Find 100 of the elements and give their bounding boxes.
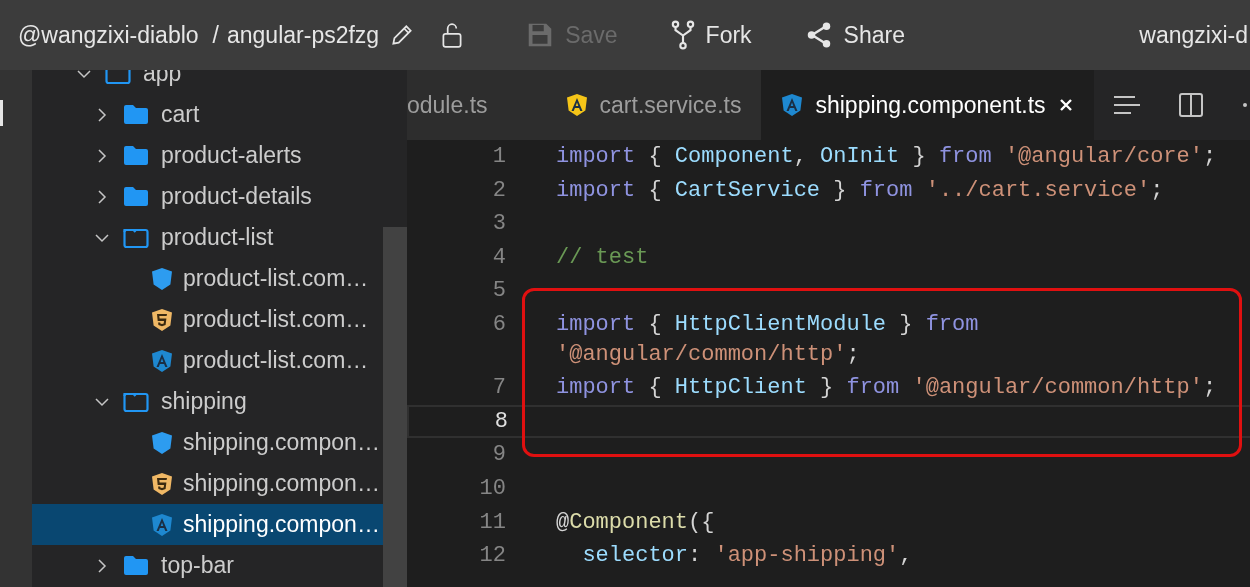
line-number: 2 bbox=[491, 176, 506, 205]
file-name: product-details bbox=[161, 182, 312, 212]
tab-label: shipping.component.ts bbox=[815, 90, 1046, 120]
tree-item[interactable]: cart bbox=[32, 94, 383, 135]
tree-item[interactable]: product-details bbox=[32, 176, 383, 217]
open-folder-icon bbox=[123, 226, 149, 249]
tree-item[interactable]: shipping.compon… bbox=[32, 463, 383, 504]
code-token: ; bbox=[1202, 374, 1217, 403]
owner-link[interactable]: @wangzixi-diablo bbox=[18, 17, 199, 53]
tree-item[interactable]: product-list.com… bbox=[32, 299, 383, 340]
file-name: cart bbox=[161, 100, 200, 130]
file-name: product-list.com… bbox=[183, 264, 369, 294]
file-name: top-bar bbox=[161, 551, 234, 581]
tree-item[interactable]: shipping bbox=[32, 381, 383, 422]
line-number: 5 bbox=[491, 277, 506, 306]
code-token: '@angular/core' bbox=[1003, 143, 1203, 171]
split-editor-icon[interactable] bbox=[1177, 92, 1204, 118]
code-token: ; bbox=[1202, 143, 1217, 171]
share-button[interactable]: Share bbox=[803, 17, 905, 53]
code-token: from bbox=[859, 176, 913, 205]
fork-icon bbox=[669, 20, 696, 50]
css-file-icon bbox=[151, 430, 173, 455]
code-token: import bbox=[556, 143, 636, 171]
scrollbar-thumb[interactable] bbox=[383, 227, 407, 587]
outline-icon[interactable] bbox=[1111, 93, 1140, 117]
tree-item[interactable]: product-list.com… bbox=[32, 340, 383, 381]
folder-icon bbox=[123, 554, 149, 577]
code-token: '../cart.service' bbox=[924, 176, 1151, 205]
code-token: OnInit bbox=[820, 143, 900, 171]
code-token: ({ bbox=[688, 508, 715, 537]
tab-label: odule.ts bbox=[407, 90, 488, 120]
code-token: } bbox=[819, 374, 835, 403]
code-token: { bbox=[647, 176, 663, 205]
angular-file-icon bbox=[151, 348, 173, 373]
file-name: product-list.com… bbox=[183, 346, 369, 376]
line-number: 11 bbox=[478, 508, 506, 537]
editor-tab[interactable]: odule.ts bbox=[407, 70, 546, 140]
tab-label: cart.service.ts bbox=[599, 90, 742, 120]
code-token: from bbox=[925, 310, 979, 339]
close-icon[interactable] bbox=[1057, 97, 1074, 113]
line-number: 3 bbox=[491, 210, 506, 239]
file-name: shipping.compon… bbox=[183, 428, 380, 458]
code-token: , bbox=[793, 143, 808, 171]
project-name[interactable]: angular-ps2fzg bbox=[227, 17, 380, 53]
code-token: Component bbox=[674, 143, 794, 171]
code-token: 'app-shipping' bbox=[714, 542, 900, 571]
line-number: 6 bbox=[491, 310, 506, 339]
css-file-icon bbox=[151, 266, 173, 291]
file-name: product-list.com… bbox=[183, 305, 369, 335]
code-token: { bbox=[647, 143, 663, 171]
tree-item[interactable]: top-bar bbox=[32, 545, 383, 586]
code-token: '@angular/common/http' bbox=[911, 374, 1203, 403]
code-token: { bbox=[647, 374, 663, 403]
tree-item[interactable]: shipping.compon… bbox=[32, 504, 383, 545]
tree-item[interactable]: product-alerts bbox=[32, 135, 383, 176]
tree-item[interactable]: product-list bbox=[32, 217, 383, 258]
folder-icon bbox=[123, 185, 149, 208]
path-separator: / bbox=[212, 20, 219, 50]
code-token: @ bbox=[556, 508, 570, 537]
code-token: import bbox=[556, 176, 636, 205]
code-token: } bbox=[911, 143, 927, 171]
line-number: 8 bbox=[493, 407, 508, 436]
code-token: { bbox=[647, 310, 663, 339]
angular-service-icon bbox=[565, 93, 588, 117]
html-file-icon bbox=[151, 471, 173, 496]
user-name[interactable]: wangzixi-d bbox=[1139, 17, 1250, 53]
tree-item[interactable]: shipping.compon… bbox=[32, 422, 383, 463]
editor-tab[interactable]: cart.service.ts bbox=[545, 70, 762, 140]
code-token: HttpClientModule bbox=[674, 310, 887, 339]
tree-item[interactable]: product-list.com… bbox=[32, 258, 383, 299]
file-name: shipping bbox=[161, 387, 247, 417]
line-number: 10 bbox=[478, 474, 506, 503]
fork-button[interactable]: Fork bbox=[669, 17, 752, 53]
code-token: // test bbox=[556, 243, 649, 272]
line-number: 12 bbox=[478, 542, 506, 571]
line-number: 9 bbox=[491, 441, 506, 470]
code-token: } bbox=[832, 176, 848, 205]
line-number: 7 bbox=[491, 374, 506, 403]
file-name: product-list bbox=[161, 223, 274, 253]
folder-icon bbox=[123, 103, 149, 126]
editor-tab[interactable]: shipping.component.ts bbox=[761, 70, 1094, 140]
code-token: ; bbox=[1150, 176, 1164, 205]
code-token: HttpClient bbox=[674, 374, 807, 403]
file-name: shipping.compon… bbox=[183, 469, 380, 499]
code-token: ; bbox=[846, 340, 860, 369]
code-token: selector bbox=[581, 542, 689, 571]
code-token: CartService bbox=[674, 176, 821, 205]
angular-component-icon bbox=[781, 93, 804, 117]
code-token: import bbox=[556, 310, 636, 339]
code-token: Component bbox=[569, 508, 689, 537]
code-token: from bbox=[938, 143, 992, 171]
code-token: import bbox=[556, 374, 636, 403]
angular-file-icon bbox=[151, 512, 173, 537]
active-indicator bbox=[0, 100, 3, 126]
folder-icon bbox=[123, 144, 149, 167]
code-token: : bbox=[688, 542, 703, 571]
open-folder-icon bbox=[123, 390, 149, 413]
code-token: '@angular/common/http' bbox=[556, 340, 847, 369]
html-file-icon bbox=[151, 307, 173, 332]
line-number: 4 bbox=[491, 243, 506, 272]
